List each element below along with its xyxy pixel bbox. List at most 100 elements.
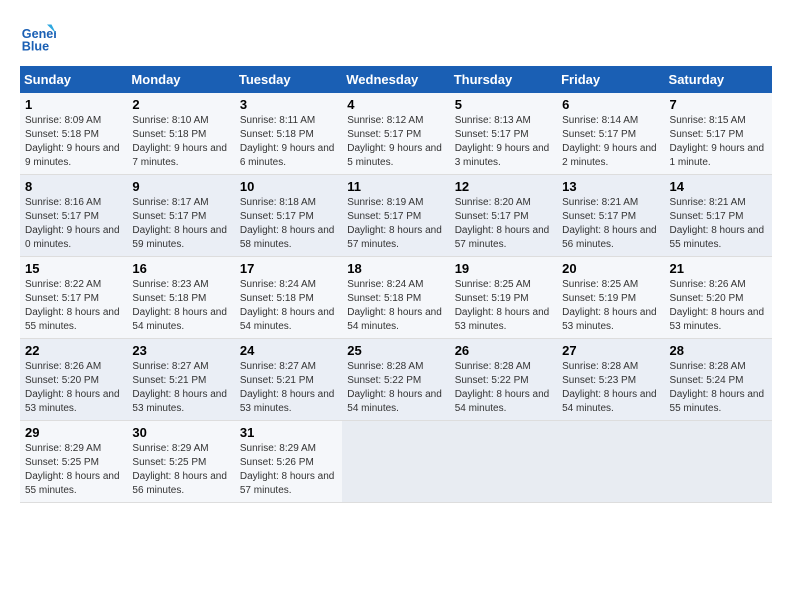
day-number: 8 <box>25 179 122 194</box>
day-info: Sunrise: 8:29 AM Sunset: 5:25 PM Dayligh… <box>25 442 122 498</box>
day-info: Sunrise: 8:16 AM Sunset: 5:17 PM Dayligh… <box>25 196 122 252</box>
calendar-week-1: 1 Sunrise: 8:09 AM Sunset: 5:18 PM Dayli… <box>20 93 772 175</box>
day-number: 18 <box>347 261 444 276</box>
day-number: 16 <box>132 261 229 276</box>
day-info: Sunrise: 8:25 AM Sunset: 5:19 PM Dayligh… <box>455 278 552 334</box>
day-info: Sunrise: 8:27 AM Sunset: 5:21 PM Dayligh… <box>240 360 337 416</box>
calendar-cell: 31 Sunrise: 8:29 AM Sunset: 5:26 PM Dayl… <box>235 421 342 503</box>
day-info: Sunrise: 8:17 AM Sunset: 5:17 PM Dayligh… <box>132 196 229 252</box>
day-number: 27 <box>562 343 659 358</box>
day-info: Sunrise: 8:14 AM Sunset: 5:17 PM Dayligh… <box>562 114 659 170</box>
day-info: Sunrise: 8:25 AM Sunset: 5:19 PM Dayligh… <box>562 278 659 334</box>
day-info: Sunrise: 8:28 AM Sunset: 5:23 PM Dayligh… <box>562 360 659 416</box>
day-info: Sunrise: 8:27 AM Sunset: 5:21 PM Dayligh… <box>132 360 229 416</box>
calendar-cell: 21 Sunrise: 8:26 AM Sunset: 5:20 PM Dayl… <box>665 257 772 339</box>
calendar-cell: 5 Sunrise: 8:13 AM Sunset: 5:17 PM Dayli… <box>450 93 557 175</box>
calendar-cell: 4 Sunrise: 8:12 AM Sunset: 5:17 PM Dayli… <box>342 93 449 175</box>
calendar-cell <box>665 421 772 503</box>
day-number: 21 <box>670 261 767 276</box>
day-number: 4 <box>347 97 444 112</box>
day-number: 29 <box>25 425 122 440</box>
weekday-header-monday: Monday <box>127 66 234 93</box>
day-info: Sunrise: 8:21 AM Sunset: 5:17 PM Dayligh… <box>562 196 659 252</box>
day-number: 30 <box>132 425 229 440</box>
day-info: Sunrise: 8:29 AM Sunset: 5:26 PM Dayligh… <box>240 442 337 498</box>
weekday-header-sunday: Sunday <box>20 66 127 93</box>
day-info: Sunrise: 8:12 AM Sunset: 5:17 PM Dayligh… <box>347 114 444 170</box>
day-info: Sunrise: 8:22 AM Sunset: 5:17 PM Dayligh… <box>25 278 122 334</box>
calendar-cell: 6 Sunrise: 8:14 AM Sunset: 5:17 PM Dayli… <box>557 93 664 175</box>
day-number: 23 <box>132 343 229 358</box>
day-info: Sunrise: 8:11 AM Sunset: 5:18 PM Dayligh… <box>240 114 337 170</box>
page-header: General Blue <box>20 20 772 56</box>
calendar-cell: 10 Sunrise: 8:18 AM Sunset: 5:17 PM Dayl… <box>235 175 342 257</box>
calendar-cell: 19 Sunrise: 8:25 AM Sunset: 5:19 PM Dayl… <box>450 257 557 339</box>
day-number: 6 <box>562 97 659 112</box>
calendar-cell: 13 Sunrise: 8:21 AM Sunset: 5:17 PM Dayl… <box>557 175 664 257</box>
calendar-cell: 23 Sunrise: 8:27 AM Sunset: 5:21 PM Dayl… <box>127 339 234 421</box>
calendar-cell: 3 Sunrise: 8:11 AM Sunset: 5:18 PM Dayli… <box>235 93 342 175</box>
day-number: 25 <box>347 343 444 358</box>
day-number: 28 <box>670 343 767 358</box>
day-number: 17 <box>240 261 337 276</box>
weekday-header-friday: Friday <box>557 66 664 93</box>
calendar-cell: 15 Sunrise: 8:22 AM Sunset: 5:17 PM Dayl… <box>20 257 127 339</box>
day-info: Sunrise: 8:09 AM Sunset: 5:18 PM Dayligh… <box>25 114 122 170</box>
day-number: 3 <box>240 97 337 112</box>
day-number: 11 <box>347 179 444 194</box>
calendar-cell <box>342 421 449 503</box>
day-info: Sunrise: 8:19 AM Sunset: 5:17 PM Dayligh… <box>347 196 444 252</box>
calendar-cell: 1 Sunrise: 8:09 AM Sunset: 5:18 PM Dayli… <box>20 93 127 175</box>
day-info: Sunrise: 8:10 AM Sunset: 5:18 PM Dayligh… <box>132 114 229 170</box>
day-info: Sunrise: 8:26 AM Sunset: 5:20 PM Dayligh… <box>670 278 767 334</box>
day-number: 5 <box>455 97 552 112</box>
calendar-table: SundayMondayTuesdayWednesdayThursdayFrid… <box>20 66 772 503</box>
day-number: 10 <box>240 179 337 194</box>
day-info: Sunrise: 8:18 AM Sunset: 5:17 PM Dayligh… <box>240 196 337 252</box>
day-number: 15 <box>25 261 122 276</box>
calendar-cell: 18 Sunrise: 8:24 AM Sunset: 5:18 PM Dayl… <box>342 257 449 339</box>
logo-icon: General Blue <box>20 20 56 56</box>
weekday-header-thursday: Thursday <box>450 66 557 93</box>
calendar-cell: 22 Sunrise: 8:26 AM Sunset: 5:20 PM Dayl… <box>20 339 127 421</box>
calendar-cell: 14 Sunrise: 8:21 AM Sunset: 5:17 PM Dayl… <box>665 175 772 257</box>
calendar-header: SundayMondayTuesdayWednesdayThursdayFrid… <box>20 66 772 93</box>
day-info: Sunrise: 8:20 AM Sunset: 5:17 PM Dayligh… <box>455 196 552 252</box>
calendar-week-4: 22 Sunrise: 8:26 AM Sunset: 5:20 PM Dayl… <box>20 339 772 421</box>
day-number: 26 <box>455 343 552 358</box>
calendar-cell: 25 Sunrise: 8:28 AM Sunset: 5:22 PM Dayl… <box>342 339 449 421</box>
day-number: 13 <box>562 179 659 194</box>
calendar-cell <box>557 421 664 503</box>
day-info: Sunrise: 8:28 AM Sunset: 5:22 PM Dayligh… <box>455 360 552 416</box>
weekday-header-row: SundayMondayTuesdayWednesdayThursdayFrid… <box>20 66 772 93</box>
calendar-cell: 9 Sunrise: 8:17 AM Sunset: 5:17 PM Dayli… <box>127 175 234 257</box>
calendar-week-2: 8 Sunrise: 8:16 AM Sunset: 5:17 PM Dayli… <box>20 175 772 257</box>
calendar-cell: 7 Sunrise: 8:15 AM Sunset: 5:17 PM Dayli… <box>665 93 772 175</box>
calendar-cell: 30 Sunrise: 8:29 AM Sunset: 5:25 PM Dayl… <box>127 421 234 503</box>
weekday-header-saturday: Saturday <box>665 66 772 93</box>
calendar-week-5: 29 Sunrise: 8:29 AM Sunset: 5:25 PM Dayl… <box>20 421 772 503</box>
calendar-cell: 8 Sunrise: 8:16 AM Sunset: 5:17 PM Dayli… <box>20 175 127 257</box>
calendar-cell: 12 Sunrise: 8:20 AM Sunset: 5:17 PM Dayl… <box>450 175 557 257</box>
logo: General Blue <box>20 20 60 56</box>
day-info: Sunrise: 8:21 AM Sunset: 5:17 PM Dayligh… <box>670 196 767 252</box>
calendar-cell: 29 Sunrise: 8:29 AM Sunset: 5:25 PM Dayl… <box>20 421 127 503</box>
day-number: 12 <box>455 179 552 194</box>
day-number: 22 <box>25 343 122 358</box>
day-number: 9 <box>132 179 229 194</box>
day-info: Sunrise: 8:28 AM Sunset: 5:24 PM Dayligh… <box>670 360 767 416</box>
svg-text:Blue: Blue <box>22 40 49 54</box>
day-info: Sunrise: 8:24 AM Sunset: 5:18 PM Dayligh… <box>240 278 337 334</box>
day-info: Sunrise: 8:26 AM Sunset: 5:20 PM Dayligh… <box>25 360 122 416</box>
day-number: 14 <box>670 179 767 194</box>
day-info: Sunrise: 8:28 AM Sunset: 5:22 PM Dayligh… <box>347 360 444 416</box>
day-number: 7 <box>670 97 767 112</box>
calendar-week-3: 15 Sunrise: 8:22 AM Sunset: 5:17 PM Dayl… <box>20 257 772 339</box>
weekday-header-tuesday: Tuesday <box>235 66 342 93</box>
calendar-cell: 17 Sunrise: 8:24 AM Sunset: 5:18 PM Dayl… <box>235 257 342 339</box>
weekday-header-wednesday: Wednesday <box>342 66 449 93</box>
calendar-cell: 11 Sunrise: 8:19 AM Sunset: 5:17 PM Dayl… <box>342 175 449 257</box>
calendar-cell: 24 Sunrise: 8:27 AM Sunset: 5:21 PM Dayl… <box>235 339 342 421</box>
day-number: 31 <box>240 425 337 440</box>
day-info: Sunrise: 8:13 AM Sunset: 5:17 PM Dayligh… <box>455 114 552 170</box>
